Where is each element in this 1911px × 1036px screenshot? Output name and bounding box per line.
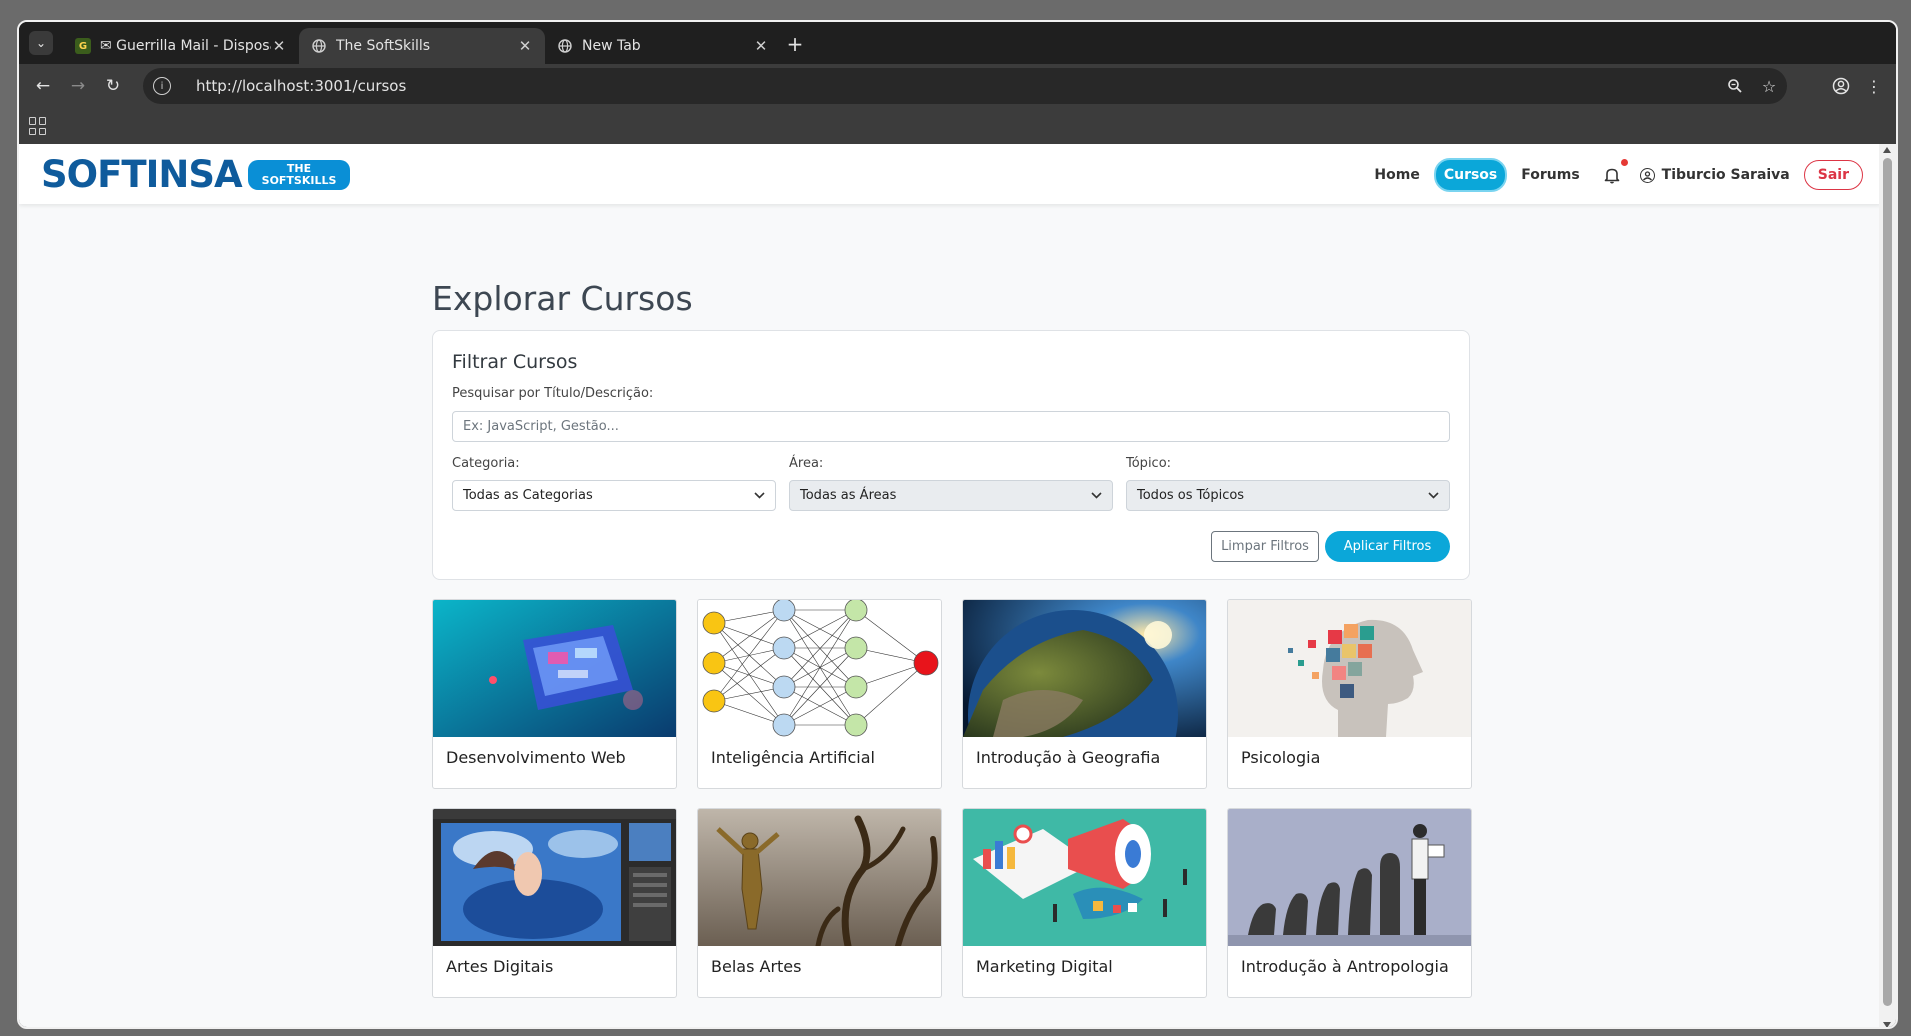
search-label: Pesquisar por Título/Descrição: (452, 386, 654, 401)
course-card[interactable]: Introdução à Antropologia (1227, 808, 1472, 998)
course-name: Marketing Digital (976, 957, 1113, 976)
chevron-down-icon (1428, 489, 1439, 502)
softinsa-logo[interactable]: SOFTINSA THE SOFTSKILLS (41, 153, 351, 196)
browser-window: ⌄ G ✉ Guerrilla Mail - Disposa ✕ The Sof… (17, 20, 1898, 1029)
globe-icon (311, 38, 327, 54)
zoom-magnifier-icon[interactable] (1725, 76, 1745, 96)
tab-softskills[interactable]: The SoftSkills ✕ (299, 28, 545, 64)
user-menu[interactable]: Tiburcio Saraiva (1639, 167, 1790, 183)
tab-close-icon[interactable]: ✕ (753, 37, 769, 55)
clear-filters-button[interactable]: Limpar Filtros (1211, 531, 1319, 562)
scroll-up-arrow-icon[interactable] (1883, 147, 1891, 153)
course-name: Artes Digitais (446, 957, 554, 976)
logo-wordmark: SOFTINSA (41, 153, 243, 196)
tab-title: New Tab (582, 38, 641, 54)
globe-icon (557, 38, 573, 54)
area-label: Área: (789, 456, 824, 471)
apps-grid-icon[interactable] (29, 117, 47, 135)
site-info-icon[interactable]: i (153, 77, 171, 95)
nav-home-link[interactable]: Home (1366, 160, 1427, 190)
topico-select[interactable]: Todos os Tópicos (1126, 480, 1450, 511)
forward-arrow-icon[interactable]: → (66, 74, 90, 98)
course-name: Belas Artes (711, 957, 802, 976)
browser-menu-icon[interactable]: ⋮ (1862, 74, 1886, 98)
course-thumbnail-marketing (963, 809, 1206, 946)
topico-label: Tópico: (1126, 456, 1172, 471)
back-arrow-icon[interactable]: ← (31, 74, 55, 98)
tab-new-tab[interactable]: New Tab ✕ (545, 28, 781, 64)
page-viewport: SOFTINSA THE SOFTSKILLS Home Cursos Foru… (19, 144, 1881, 1027)
course-card[interactable]: Belas Artes (697, 808, 942, 998)
tab-strip: ⌄ G ✉ Guerrilla Mail - Disposa ✕ The Sof… (19, 22, 1896, 64)
reload-icon[interactable]: ↻ (101, 74, 125, 98)
guerrilla-favicon-icon: G (75, 38, 91, 54)
tab-close-icon[interactable]: ✕ (517, 37, 533, 55)
course-thumbnail-geografia (963, 600, 1206, 737)
course-card[interactable]: Inteligência Artificial (697, 599, 942, 789)
page-title: Explorar Cursos (432, 279, 693, 318)
tab-title: The SoftSkills (336, 38, 431, 54)
browser-toolbar: ← → ↻ i http://localhost:3001/cursos ☆ ⋮ (19, 64, 1896, 108)
nav-forums-link[interactable]: Forums (1513, 160, 1587, 190)
logout-button[interactable]: Sair (1803, 160, 1863, 190)
course-thumbnail-web (433, 600, 676, 737)
logo-badge: THE SOFTSKILLS (247, 159, 351, 190)
course-card[interactable]: Psicologia (1227, 599, 1472, 789)
tab-search-chevron-icon[interactable]: ⌄ (29, 31, 53, 55)
course-thumbnail-artes-digitais (433, 809, 676, 946)
bookmark-star-icon[interactable]: ☆ (1759, 76, 1779, 96)
course-thumbnail-ai (698, 600, 941, 737)
area-select[interactable]: Todas as Áreas (789, 480, 1113, 511)
course-thumbnail-antropologia (1228, 809, 1471, 946)
course-card[interactable]: Marketing Digital (962, 808, 1207, 998)
new-tab-plus-icon[interactable]: + (784, 32, 806, 56)
profile-icon[interactable] (1829, 74, 1853, 98)
page-scrollbar[interactable] (1879, 144, 1896, 1027)
categoria-select[interactable]: Todas as Categorias (452, 480, 776, 511)
course-name: Inteligência Artificial (711, 748, 875, 767)
chevron-down-icon (1091, 489, 1102, 502)
categoria-label: Categoria: (452, 456, 520, 471)
area-value: Todas as Áreas (800, 488, 897, 503)
scroll-down-arrow-icon[interactable] (1883, 1022, 1891, 1027)
user-name: Tiburcio Saraiva (1661, 167, 1790, 183)
course-thumbnail-psicologia (1228, 600, 1471, 737)
course-card[interactable]: Desenvolvimento Web (432, 599, 677, 789)
course-name: Psicologia (1241, 748, 1321, 767)
notification-dot (1620, 159, 1628, 166)
app-navbar: SOFTINSA THE SOFTSKILLS Home Cursos Foru… (19, 144, 1881, 204)
bell-icon[interactable] (1602, 159, 1628, 185)
course-name: Introdução à Antropologia (1241, 957, 1449, 976)
apply-filters-button[interactable]: Aplicar Filtros (1325, 531, 1450, 562)
course-name: Introdução à Geografia (976, 748, 1161, 767)
filter-card: Filtrar Cursos Pesquisar por Título/Desc… (432, 330, 1470, 580)
nav-links: Home Cursos Forums Tiburcio Saraiva Sair (1360, 158, 1863, 192)
course-card[interactable]: Introdução à Geografia (962, 599, 1207, 789)
logo-badge-line2: SOFTSKILLS (261, 173, 337, 187)
topico-value: Todos os Tópicos (1137, 488, 1245, 503)
tab-title: ✉ Guerrilla Mail - Disposa (100, 38, 271, 54)
course-thumbnail-belas-artes (698, 809, 941, 946)
nav-cursos-link[interactable]: Cursos (1433, 158, 1508, 192)
tab-close-icon[interactable]: ✕ (271, 37, 287, 55)
categoria-value: Todas as Categorias (463, 488, 593, 503)
search-input[interactable]: Ex: JavaScript, Gestão... (452, 411, 1450, 442)
url-text[interactable]: http://localhost:3001/cursos (196, 77, 406, 95)
address-bar[interactable]: i http://localhost:3001/cursos ☆ (143, 68, 1787, 104)
chevron-down-icon (754, 489, 765, 502)
bookmarks-bar (19, 108, 1896, 144)
filter-title: Filtrar Cursos (452, 351, 578, 373)
scrollbar-thumb[interactable] (1883, 158, 1892, 1006)
user-circle-icon (1639, 167, 1655, 183)
course-card[interactable]: Artes Digitais (432, 808, 677, 998)
tab-guerrilla-mail[interactable]: G ✉ Guerrilla Mail - Disposa ✕ (63, 28, 299, 64)
course-name: Desenvolvimento Web (446, 748, 626, 767)
